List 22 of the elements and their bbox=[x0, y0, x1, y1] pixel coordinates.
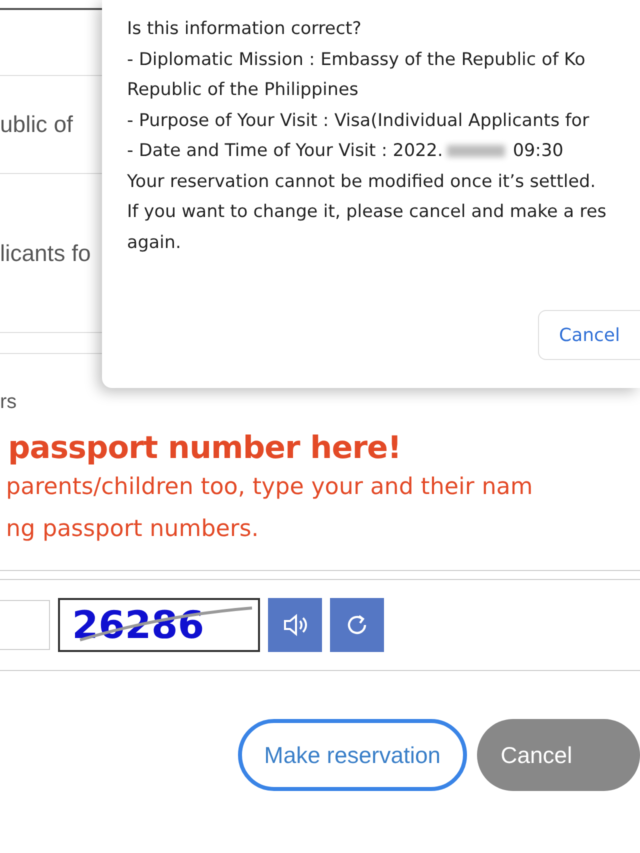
captcha-input[interactable] bbox=[0, 600, 50, 650]
dialog-text: again. bbox=[127, 232, 182, 254]
section-label: rs bbox=[0, 391, 17, 414]
dialog-text: 09:30 bbox=[512, 140, 564, 163]
notice-text: ng passport numbers. bbox=[5, 515, 260, 544]
field-value: ublic of bbox=[0, 111, 73, 138]
dialog-text: - Purpose of Your Visit : Visa(Individual Applicants for bbox=[127, 110, 590, 132]
dialog-text: If you want to change it, please cancel and make a res bbox=[127, 201, 606, 224]
notice-headline: passport number here! bbox=[7, 430, 402, 466]
audio-button[interactable] bbox=[268, 598, 322, 652]
refresh-button[interactable] bbox=[330, 598, 384, 652]
dialog-text: Your reservation cannot be modified once it’s settled. bbox=[127, 170, 596, 194]
dialog-text: Is this information correct? bbox=[127, 18, 362, 41]
speaker-icon bbox=[282, 612, 308, 638]
dialog-text: Republic of the Philippines bbox=[127, 79, 358, 102]
notice-text: parents/children too, type your and their nam bbox=[5, 473, 534, 502]
cancel-button[interactable]: Cancel bbox=[538, 310, 640, 360]
reservation-button[interactable]: Make reservation bbox=[238, 719, 467, 791]
cancel-button[interactable]: Cancel bbox=[476, 719, 640, 791]
field-value: licants fo bbox=[0, 240, 91, 266]
dialog-text: - Diplomatic Mission : Embassy of the Republic of Ko bbox=[127, 48, 586, 72]
dialog-text: - Date and Time of Your Visit : 2022. bbox=[127, 140, 443, 163]
